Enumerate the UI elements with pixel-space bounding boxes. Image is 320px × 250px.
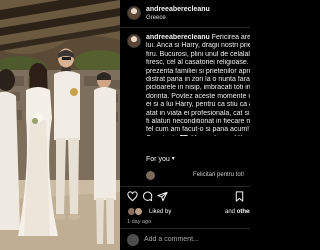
post-location[interactable]: Greece — [146, 15, 166, 21]
caption-line-text: distrat pana in zori la o nunta fara gre… — [146, 76, 250, 84]
caption-line: picioarele in nisip, imbracati toti in a… — [146, 84, 250, 92]
caption-line-text: Constantin🤍 @anca.lungu @harry_ara — [146, 135, 250, 136]
liked-by-label: Liked by — [149, 209, 172, 215]
caption-line: lui. Anca si Harry, dragii nostri priete… — [146, 42, 250, 50]
caption-line: ei si a lui Harry, pentru ca stiu ca ati… — [146, 101, 250, 109]
heart-icon[interactable] — [127, 191, 138, 202]
caption-line: prezenta familiei si prietenilor apropia… — [146, 68, 250, 76]
caption-line-text: firu. Bucurosi, plini unul de celalalt, … — [146, 50, 250, 58]
caption-line-text: fi alaturi neconditionat in fiecare mome — [146, 118, 250, 126]
post-details-panel: andreeaberecleanu Greece andreeabereclea… — [120, 0, 250, 250]
comment-icon[interactable] — [142, 191, 153, 202]
caption-line-text: firesc, cel al casatoriei religioase. Le… — [146, 59, 250, 67]
post-photo[interactable] — [0, 0, 120, 250]
caption-line-text: atat in viata ei profesionala, cat si pe… — [146, 109, 250, 117]
caption-author-avatar[interactable] — [127, 34, 141, 48]
and-others-label[interactable]: and others — [225, 209, 250, 215]
caption-line-text: fel cum am facut-o si pana acum! Cu dr — [146, 126, 250, 134]
for-you-label: For you — [146, 156, 170, 163]
comment-bar — [120, 228, 250, 250]
caption-line-text: dorinta. Povtez aceste momente intime — [146, 92, 250, 100]
bookmark-icon[interactable] — [234, 191, 245, 202]
caption-username[interactable]: andreeaberecleanu — [146, 34, 210, 41]
and-label: and — [225, 209, 236, 215]
post-header: andreeaberecleanu Greece — [120, 0, 250, 28]
caption-line-text: picioarele in nisip, imbracati toti in a… — [146, 84, 250, 92]
author-avatar[interactable] — [127, 6, 141, 20]
caption-line: dorinta. Povtez aceste momente intime — [146, 93, 250, 101]
share-icon[interactable] — [157, 191, 168, 202]
comment-preview: Felicitari pentru tot! — [127, 171, 250, 181]
caption-line-text: prezenta familiei si prietenilor apropia… — [146, 67, 250, 75]
caption-line: distrat pana in zori la o nunta fara gre… — [146, 76, 250, 84]
caption-line: fel cum am facut-o si pana acum! Cu dr — [146, 126, 250, 134]
others-label: others — [236, 209, 250, 215]
current-user-avatar — [127, 234, 139, 246]
liker-avatar — [134, 207, 143, 216]
caption-text: andreeaberecleanu Fericirea are chilui. … — [146, 34, 250, 136]
likes-summary[interactable]: Liked by and others — [127, 207, 250, 219]
chevron-down-icon: ▾ — [171, 156, 175, 162]
caption-line: andreeaberecleanu Fericirea are chi — [146, 34, 250, 42]
caption-line: firesc, cel al casatoriei religioase. Le… — [146, 59, 250, 67]
comment-preview-text: Felicitari pentru tot! — [193, 172, 245, 178]
caption-line: firu. Bucurosi, plini unul de celalalt, … — [146, 51, 250, 59]
caption-line-text: lui. Anca si Harry, dragii nostri priete… — [146, 42, 250, 50]
caption-line: fi alaturi neconditionat in fiecare mome — [146, 118, 250, 126]
caption-line: atat in viata ei profesionala, cat si pe… — [146, 110, 250, 118]
caption-line: Constantin🤍 @anca.lungu @harry_ara — [146, 135, 250, 136]
caption-line-text: Fericirea are chi — [211, 34, 250, 41]
caption-line-text: ei si a lui Harry, pentru ca stiu ca ati… — [146, 101, 250, 109]
for-you-link[interactable]: For you ▾ — [146, 155, 175, 163]
commenter-avatar[interactable] — [146, 171, 155, 180]
post-caption: andreeaberecleanu Fericirea are chilui. … — [120, 30, 250, 136]
post-timestamp[interactable]: 1 day ago — [127, 219, 151, 225]
comment-input[interactable] — [144, 236, 244, 243]
wedding-photo-image — [0, 0, 120, 250]
author-username[interactable]: andreeaberecleanu — [146, 6, 210, 13]
post-actions: Liked by and others — [120, 186, 250, 216]
